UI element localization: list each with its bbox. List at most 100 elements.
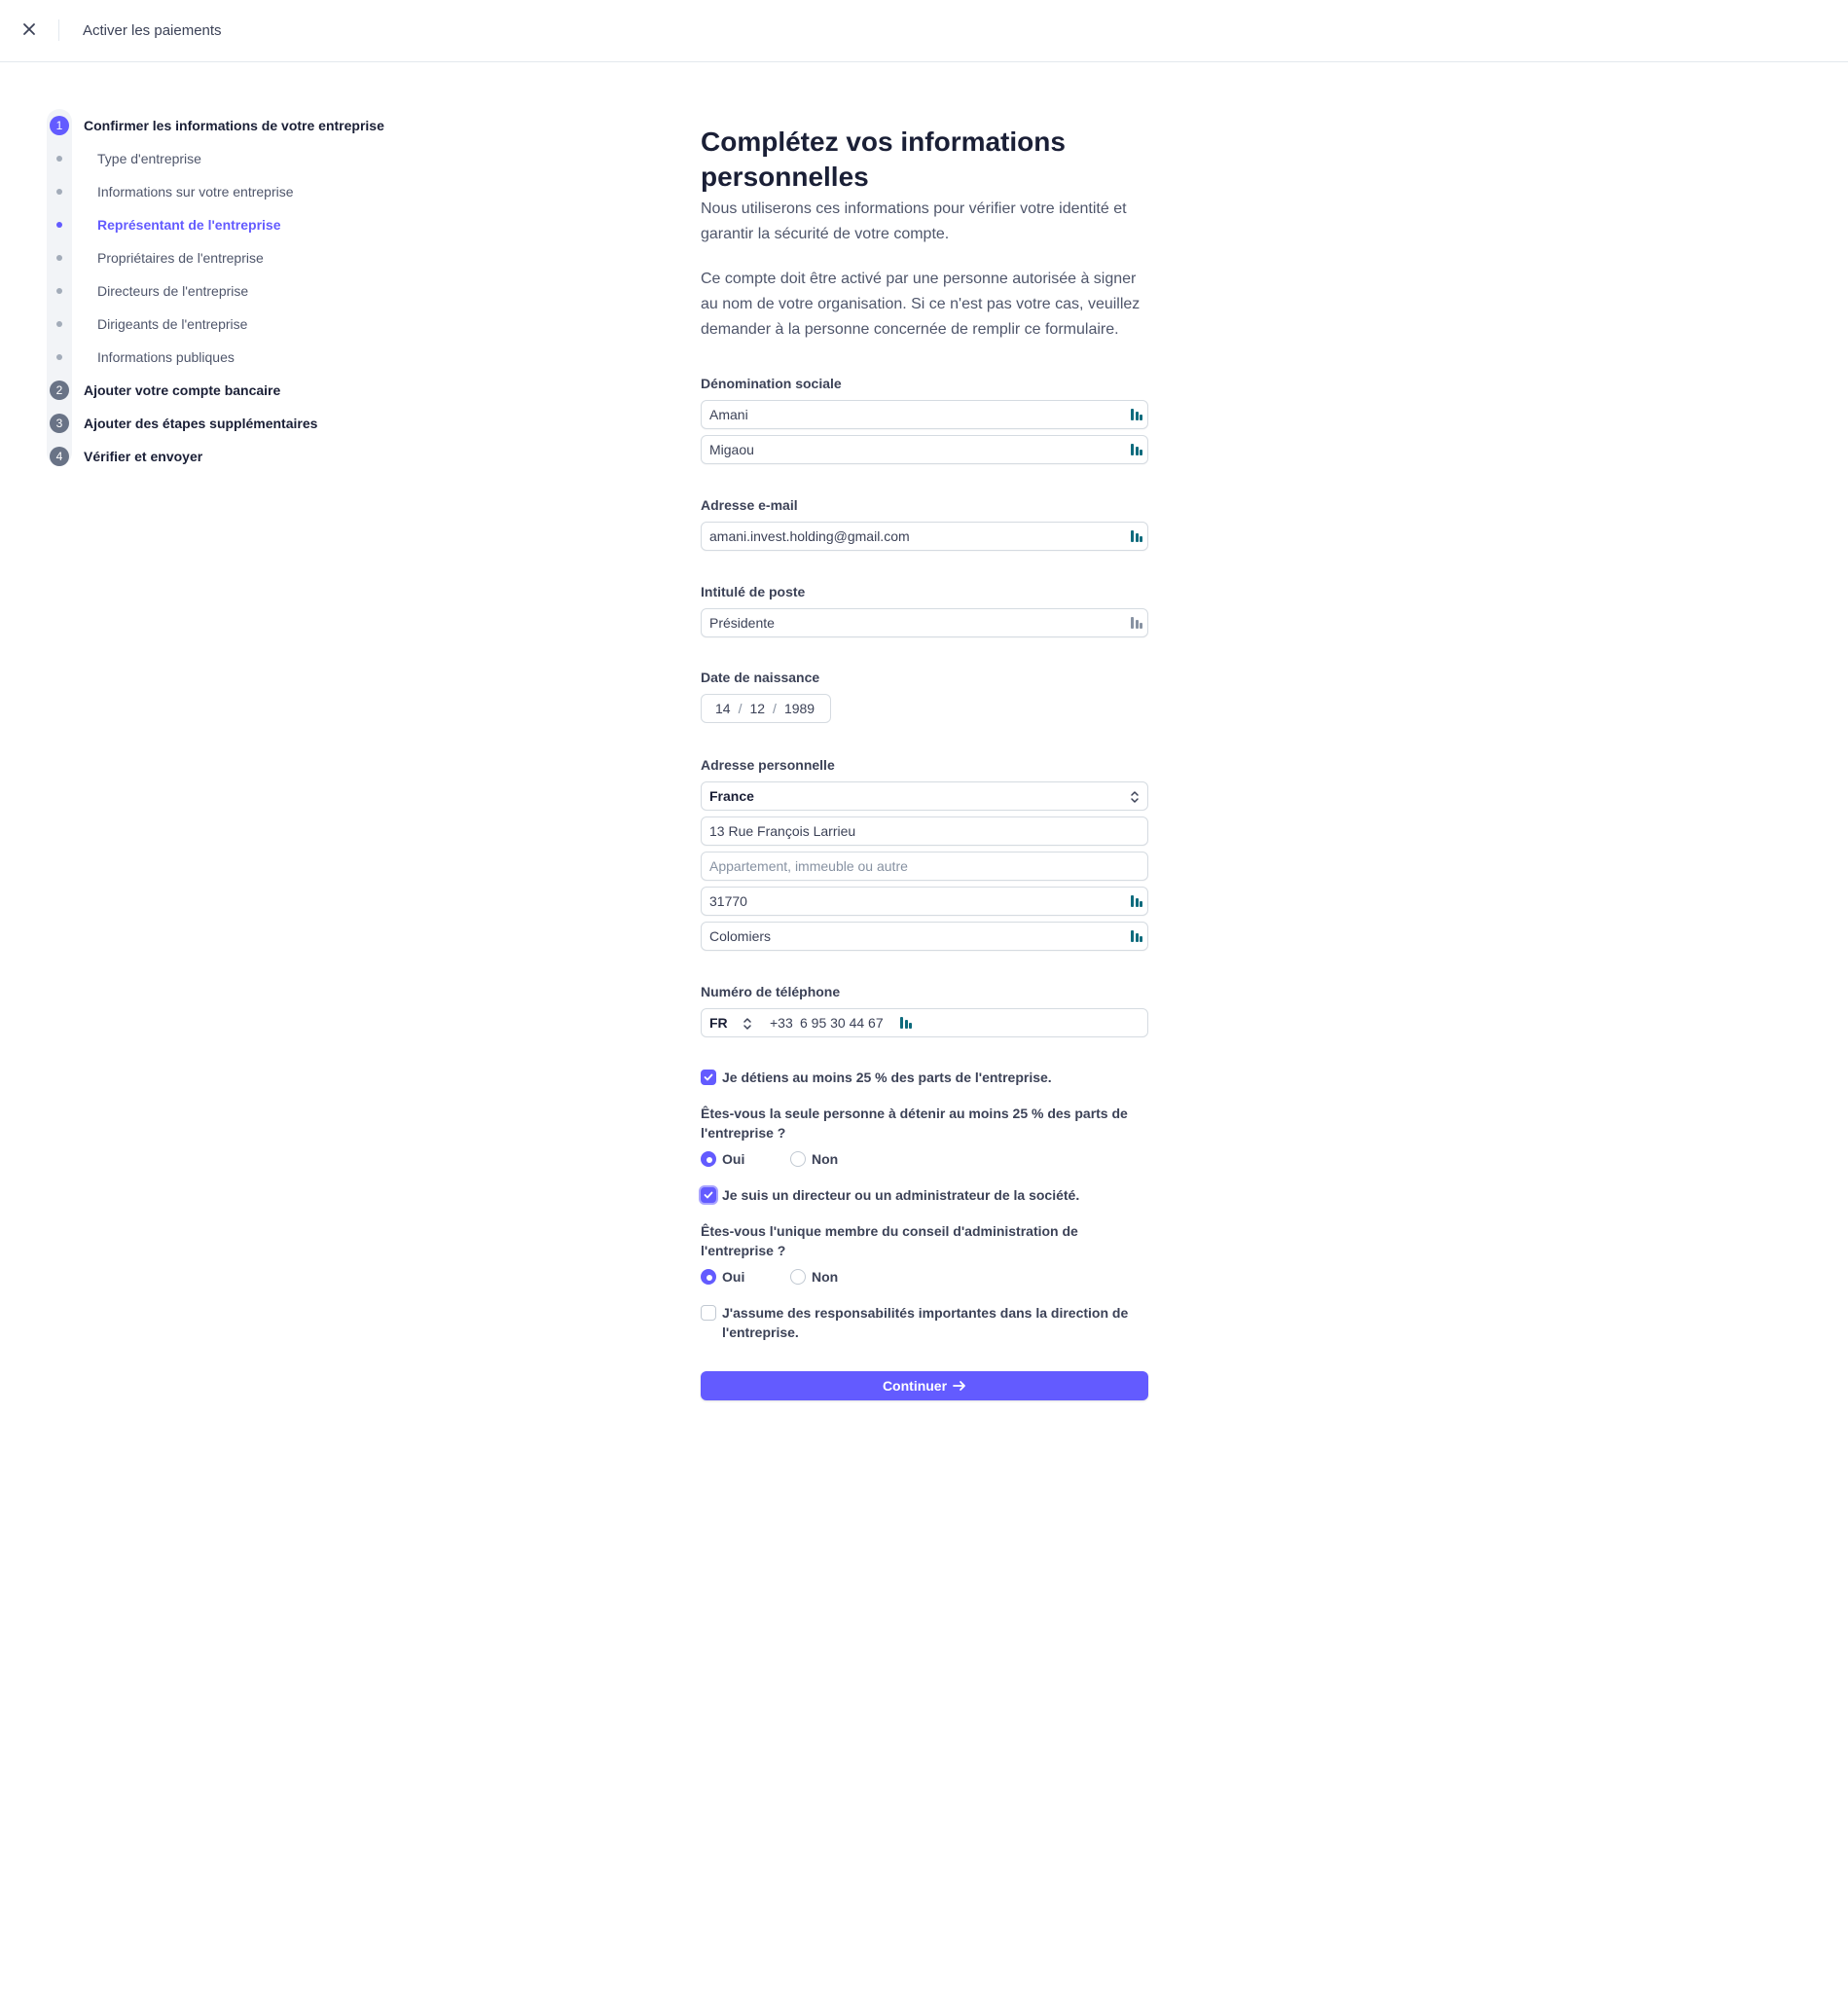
- dob-input[interactable]: 14 / 12 / 1989: [701, 694, 831, 723]
- first-name-value: Amani: [709, 407, 748, 422]
- check-icon: [704, 1191, 713, 1199]
- substep-representative[interactable]: Représentant de l'entreprise: [47, 208, 455, 241]
- country-select[interactable]: France: [701, 781, 1148, 811]
- address-line1-input[interactable]: 13 Rue François Larrieu: [701, 816, 1148, 846]
- owner-checkbox-row[interactable]: Je détiens au moins 25 % des parts de l'…: [701, 1068, 1052, 1087]
- address-line2-input[interactable]: Appartement, immeuble ou autre: [701, 852, 1148, 881]
- country-value: France: [709, 788, 754, 804]
- email-label: Adresse e-mail: [701, 497, 798, 513]
- substep-dot: [56, 255, 62, 261]
- substep-dot: [56, 321, 62, 327]
- email-value: amani.invest.holding@gmail.com: [709, 528, 910, 544]
- board-yes-radio[interactable]: Oui: [701, 1269, 744, 1285]
- substep-dot: [56, 288, 62, 294]
- substep-label[interactable]: Type d'entreprise: [97, 151, 201, 166]
- executive-checkbox-row[interactable]: J'assume des responsabilités importantes…: [701, 1303, 1128, 1342]
- job-title-input[interactable]: Présidente: [701, 608, 1148, 637]
- step-3-number: 3: [50, 414, 69, 433]
- phone-input[interactable]: FR +33 6 95 30 44 67: [701, 1008, 1148, 1037]
- substep-directors[interactable]: Directeurs de l'entreprise: [47, 274, 455, 308]
- step-2-number: 2: [50, 381, 69, 400]
- director-checkbox-label: Je suis un directeur ou un administrateu…: [722, 1187, 1080, 1203]
- form-heading-line: Complétez vos informations: [701, 127, 1066, 157]
- substep-owners[interactable]: Propriétaires de l'entreprise: [47, 241, 455, 274]
- address-label: Adresse personnelle: [701, 757, 835, 773]
- substep-business-info[interactable]: Informations sur votre entreprise: [47, 175, 455, 208]
- step-4[interactable]: 4 Vérifier et envoyer: [47, 440, 455, 473]
- executive-checkbox[interactable]: [701, 1305, 716, 1321]
- step-2[interactable]: 2 Ajouter votre compte bancaire: [47, 374, 455, 407]
- autofill-icon: [1131, 930, 1142, 942]
- step-1[interactable]: 1 Confirmer les informations de votre en…: [47, 109, 455, 142]
- substep-dot-active: [56, 222, 62, 228]
- dob-label: Date de naissance: [701, 670, 820, 685]
- city-input[interactable]: Colomiers: [701, 922, 1148, 951]
- owner-checkbox-label: Je détiens au moins 25 % des parts de l'…: [722, 1070, 1052, 1085]
- phone-country-select[interactable]: FR: [709, 1015, 728, 1031]
- owner-yes-radio[interactable]: Oui: [701, 1151, 744, 1167]
- question-line: Êtes-vous l'unique membre du conseil d'a…: [701, 1223, 1078, 1239]
- radio-button-selected[interactable]: [701, 1151, 716, 1167]
- owner-question: Êtes-vous la seule personne à détenir au…: [701, 1104, 1148, 1143]
- dob-month[interactable]: 12: [749, 701, 765, 716]
- substep-business-type[interactable]: Type d'entreprise: [47, 142, 455, 175]
- top-divider: [58, 19, 59, 41]
- autofill-icon: [900, 1017, 912, 1029]
- first-name-input[interactable]: Amani: [701, 400, 1148, 429]
- checkbox-label-line: J'assume des responsabilités importantes…: [722, 1305, 1129, 1321]
- autofill-icon: [1131, 895, 1142, 907]
- radio-label: Non: [812, 1151, 839, 1167]
- radio-label: Non: [812, 1269, 839, 1285]
- intro-line: garantir la sécurité de votre compte.: [701, 226, 950, 242]
- job-title-value: Présidente: [709, 615, 775, 631]
- substep-label[interactable]: Informations publiques: [97, 349, 235, 365]
- substep-executives[interactable]: Dirigeants de l'entreprise: [47, 308, 455, 341]
- step-4-number: 4: [50, 447, 69, 466]
- radio-label: Oui: [722, 1151, 745, 1167]
- form-heading-line: personnelles: [701, 162, 869, 192]
- note-line: Ce compte doit être activé par une perso…: [701, 271, 1137, 287]
- phone-number-value[interactable]: 6 95 30 44 67: [800, 1015, 884, 1031]
- dob-day[interactable]: 14: [715, 701, 731, 716]
- last-name-value: Migaou: [709, 442, 754, 457]
- director-checkbox-row[interactable]: Je suis un directeur ou un administrateu…: [701, 1185, 1079, 1205]
- address-line2-placeholder: Appartement, immeuble ou autre: [709, 858, 908, 874]
- postal-code-input[interactable]: 31770: [701, 887, 1148, 916]
- close-icon: [23, 23, 35, 35]
- step-3[interactable]: 3 Ajouter des étapes supplémentaires: [47, 407, 455, 440]
- question-line: Êtes-vous la seule personne à détenir au…: [701, 1106, 1128, 1121]
- radio-label: Oui: [722, 1269, 745, 1285]
- checkbox-label-line: l'entreprise.: [722, 1324, 799, 1340]
- step-1-number: 1: [50, 116, 69, 135]
- owner-checkbox[interactable]: [701, 1070, 716, 1085]
- close-button[interactable]: [18, 18, 41, 41]
- owner-no-radio[interactable]: Non: [790, 1151, 838, 1167]
- substep-label[interactable]: Propriétaires de l'entreprise: [97, 250, 264, 266]
- form-heading: Complétez vos informations personnelles: [701, 125, 1066, 195]
- step-4-label: Vérifier et envoyer: [84, 449, 203, 464]
- radio-button-selected[interactable]: [701, 1269, 716, 1285]
- form-note: Ce compte doit être activé par une perso…: [701, 267, 1140, 343]
- substep-label-active[interactable]: Représentant de l'entreprise: [97, 217, 281, 233]
- email-input[interactable]: amani.invest.holding@gmail.com: [701, 522, 1148, 551]
- page-title: Activer les paiements: [83, 22, 222, 39]
- step-3-label: Ajouter des étapes supplémentaires: [84, 416, 318, 431]
- note-line: au nom de votre organisation. Si ce n'es…: [701, 296, 1141, 312]
- substep-public-info[interactable]: Informations publiques: [47, 341, 455, 374]
- radio-button[interactable]: [790, 1269, 806, 1285]
- autofill-icon: [1131, 530, 1142, 542]
- question-line: l'entreprise ?: [701, 1125, 786, 1141]
- substep-label[interactable]: Dirigeants de l'entreprise: [97, 316, 247, 332]
- phone-label: Numéro de téléphone: [701, 984, 841, 999]
- substep-label[interactable]: Informations sur votre entreprise: [97, 184, 294, 200]
- last-name-input[interactable]: Migaou: [701, 435, 1148, 464]
- postal-code-value: 31770: [709, 893, 747, 909]
- substep-dot: [56, 156, 62, 162]
- substep-label[interactable]: Directeurs de l'entreprise: [97, 283, 248, 299]
- dob-year[interactable]: 1989: [784, 701, 815, 716]
- continue-button[interactable]: Continuer: [701, 1371, 1148, 1400]
- top-bar: Activer les paiements: [0, 0, 1848, 62]
- radio-button[interactable]: [790, 1151, 806, 1167]
- director-checkbox[interactable]: [701, 1187, 716, 1203]
- board-no-radio[interactable]: Non: [790, 1269, 838, 1285]
